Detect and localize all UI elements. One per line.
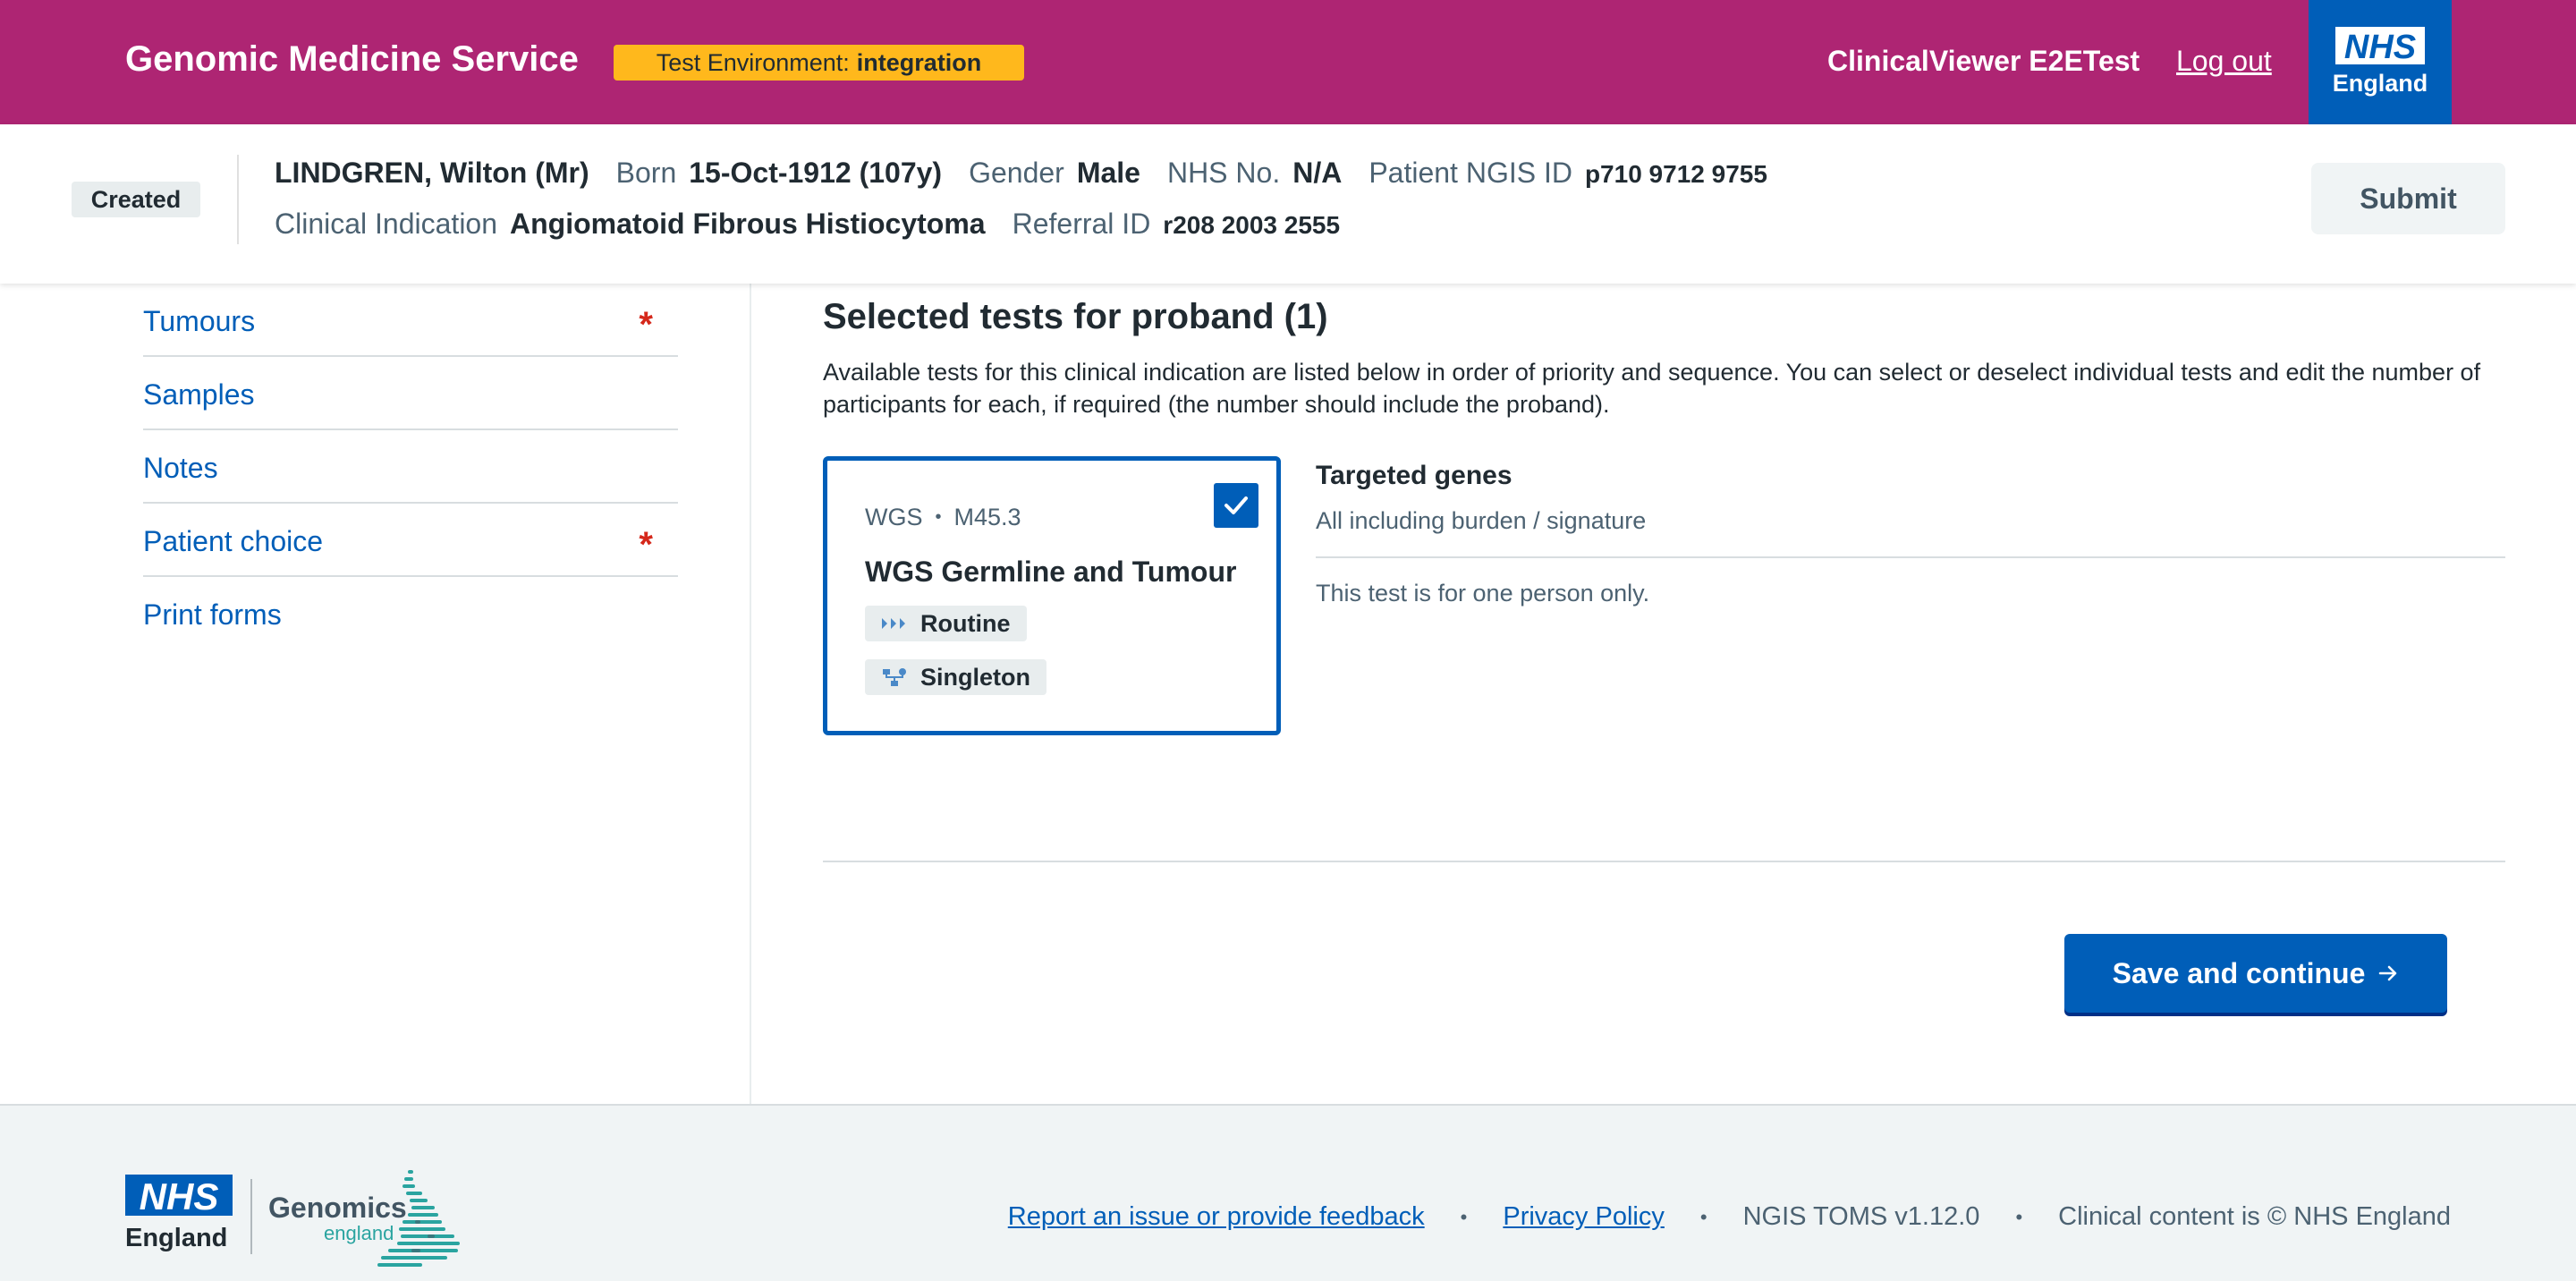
- environment-badge: Test Environment: integration: [614, 45, 1024, 81]
- nhs-number-label: NHS No.: [1166, 157, 1281, 189]
- footer-links: Report an issue or provide feedback • Pr…: [1008, 1202, 2451, 1232]
- test-selected-checkbox[interactable]: [1214, 483, 1258, 528]
- referral-sidebar: Tumours * Samples Notes Patient choice *…: [143, 284, 678, 650]
- sidebar-item-label[interactable]: Patient choice: [143, 525, 323, 558]
- nhs-logo-text: NHS: [2344, 29, 2416, 64]
- footer-nhs-logo-text: NHS: [140, 1175, 219, 1216]
- sidebar-divider: [750, 284, 751, 1104]
- nhs-number-value: N/A: [1292, 157, 1343, 189]
- family-structure-label: Singleton: [920, 663, 1030, 691]
- patient-banner: Created LINDGREN, Wilton (Mr) Born 15-Oc…: [0, 124, 2576, 284]
- patient-name: LINDGREN, Wilton (Mr): [275, 157, 589, 189]
- clinical-indication-label: Clinical Indication: [275, 208, 498, 240]
- born-value: 15-Oct-1912 (107y): [689, 157, 943, 189]
- app-version: NGIS TOMS v1.12.0: [1742, 1202, 1980, 1231]
- test-type: WGS: [865, 504, 923, 530]
- meta-separator: •: [935, 507, 942, 527]
- save-button-label: Save and continue: [2112, 956, 2366, 989]
- sidebar-item-label[interactable]: Samples: [143, 378, 255, 411]
- footer-bullet: •: [2015, 1205, 2023, 1228]
- page-title: Selected tests for proband (1): [823, 297, 1328, 336]
- clinical-indication-value: Angiomatoid Fibrous Histiocytoma: [510, 208, 986, 240]
- user-name: ClinicalViewer E2ETest: [1827, 45, 2140, 77]
- nhs-england-logo[interactable]: NHS England: [2309, 0, 2452, 124]
- environment-value: integration: [856, 48, 982, 76]
- referral-details-row: Clinical Indication Angiomatoid Fibrous …: [275, 208, 1367, 241]
- routine-chevrons-icon: [882, 618, 905, 629]
- sidebar-item-samples[interactable]: Samples: [143, 357, 678, 430]
- page-description: Available tests for this clinical indica…: [823, 359, 2481, 418]
- banner-divider: [237, 155, 239, 244]
- sidebar-item-print-forms[interactable]: Print forms: [143, 577, 678, 650]
- ngis-id-label: Patient NGIS ID: [1368, 157, 1572, 189]
- patient-details-row: LINDGREN, Wilton (Mr) Born 15-Oct-1912 (…: [275, 157, 1794, 190]
- family-structure-tag: Singleton: [865, 659, 1046, 695]
- footer-bullet: •: [1699, 1205, 1707, 1228]
- singleton-pedigree-icon: [883, 668, 906, 686]
- footer-logo-separator: [250, 1179, 252, 1254]
- targeted-genes-value: All including burden / signature: [1316, 507, 1647, 534]
- copyright-notice: Clinical content is © NHS England: [2058, 1202, 2451, 1231]
- content-divider: [823, 861, 2505, 862]
- gender-label: Gender: [969, 157, 1064, 189]
- checkmark-icon: [1224, 496, 1248, 514]
- required-marker: *: [639, 525, 653, 564]
- sidebar-item-tumours[interactable]: Tumours *: [143, 284, 678, 357]
- nhs-logo-icon: NHS: [2335, 27, 2425, 64]
- logout-link[interactable]: Log out: [2176, 45, 2272, 78]
- sidebar-item-patient-choice[interactable]: Patient choice *: [143, 504, 678, 577]
- footer-nhs-region: England: [125, 1224, 228, 1252]
- test-code: M45.3: [953, 504, 1021, 530]
- sidebar-item-label[interactable]: Print forms: [143, 598, 282, 632]
- genes-divider: [1316, 556, 2505, 558]
- report-issue-link[interactable]: Report an issue or provide feedback: [1008, 1202, 1425, 1232]
- sidebar-item-label[interactable]: Tumours: [143, 305, 255, 338]
- service-name[interactable]: Genomic Medicine Service: [125, 39, 579, 80]
- test-card-meta: WGS • M45.3: [865, 504, 1021, 531]
- genomics-england-map-icon: [377, 1170, 460, 1267]
- targeted-genes-heading: Targeted genes: [1316, 461, 1513, 490]
- sidebar-item-notes[interactable]: Notes: [143, 430, 678, 504]
- referral-id-value: r208 2003 2555: [1163, 211, 1341, 239]
- ngis-id-value: p710 9712 9755: [1584, 160, 1767, 188]
- arrow-right-icon: [2379, 965, 2397, 981]
- referral-id-label: Referral ID: [1012, 208, 1151, 240]
- top-header: Genomic Medicine Service Test Environmen…: [0, 0, 2576, 124]
- save-and-continue-button[interactable]: Save and continue: [2064, 934, 2447, 1013]
- priority-label: Routine: [920, 609, 1011, 637]
- nhs-region-label: England: [2332, 70, 2428, 97]
- born-label: Born: [615, 157, 677, 189]
- page-footer: NHS England Genomics england Report an i…: [0, 1104, 2576, 1281]
- gender-value: Male: [1076, 157, 1140, 189]
- environment-label: Test Environment:: [656, 48, 850, 76]
- test-card-wgs[interactable]: WGS • M45.3 WGS Germline and Tumour Rout…: [823, 456, 1281, 735]
- footer-nhs-logo-icon: NHS: [125, 1175, 233, 1216]
- sidebar-item-label[interactable]: Notes: [143, 452, 218, 485]
- submit-button[interactable]: Submit: [2311, 163, 2505, 234]
- referral-status-badge: Created: [72, 182, 200, 217]
- priority-tag: Routine: [865, 606, 1027, 641]
- test-name: WGS Germline and Tumour: [865, 556, 1237, 588]
- privacy-policy-link[interactable]: Privacy Policy: [1503, 1202, 1665, 1232]
- footer-bullet: •: [1460, 1205, 1468, 1228]
- participant-note: This test is for one person only.: [1316, 580, 1650, 607]
- required-marker: *: [639, 305, 653, 344]
